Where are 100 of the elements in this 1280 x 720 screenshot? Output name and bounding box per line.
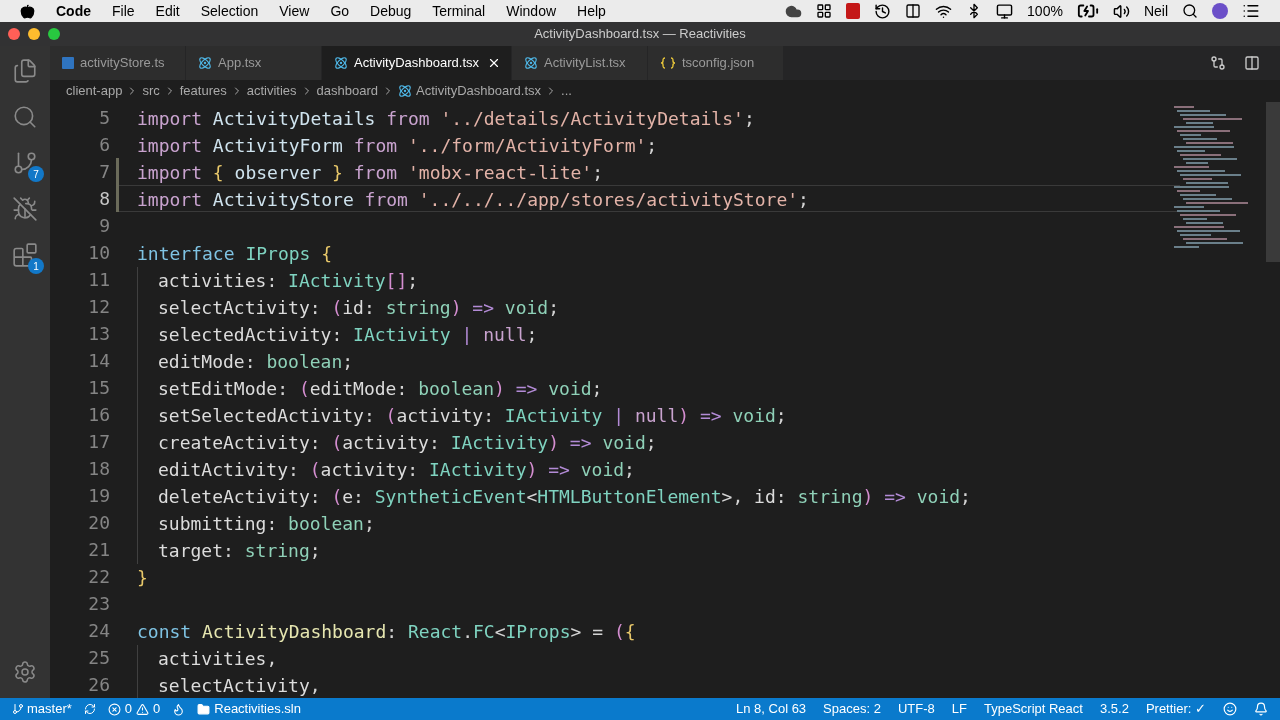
line-number: 10 [87,241,111,265]
split-editor-icon[interactable] [1244,55,1260,71]
files-icon[interactable] [12,58,38,84]
breadcrumb[interactable]: ActivityDashboard.tsx [416,81,541,101]
menu-item[interactable]: Selection [200,0,259,22]
line-number: 20 [87,511,111,535]
line-number: 22 [87,565,111,589]
apple-icon[interactable] [20,3,35,19]
line-number: 25 [87,646,111,670]
code-line: deleteActivity: (e: SyntheticEvent<HTMLButtonElement>, id: string) => void; [137,483,971,510]
close-window-button[interactable] [8,28,20,40]
window-title: ActivityDashboard.tsx — Reactivities [534,25,746,44]
compare-icon[interactable] [1210,55,1226,71]
settings-icon[interactable] [13,660,37,684]
code-line: editMode: boolean; [137,348,354,375]
minimize-window-button[interactable] [28,28,40,40]
line-number: 26 [87,673,111,697]
line-number: 19 [87,484,111,508]
warning-icon[interactable] [136,702,150,716]
line-number: 21 [87,538,111,562]
editor-tab[interactable]: tsconfig.json [648,46,784,80]
user-name[interactable]: Neil [1143,0,1168,22]
breadcrumb[interactable]: dashboard [316,81,378,101]
breadcrumb[interactable]: client-app [66,81,123,101]
line-number: 9 [98,214,111,238]
grid-icon[interactable] [816,3,833,19]
typescript-file-icon [62,57,74,69]
volume-icon[interactable] [1112,2,1130,20]
line-number: 23 [87,592,111,616]
line-number: 8 [50,185,119,212]
atom-icon [398,84,412,98]
braces-icon [660,57,676,69]
breadcrumb[interactable]: activities [246,81,297,101]
atom-icon [524,56,538,70]
line-number: 17 [87,430,111,454]
atom-icon [198,56,212,70]
menu-item[interactable]: Edit [155,0,180,22]
branch-name[interactable]: master* [27,699,72,719]
code-line: createActivity: (activity: IActivity) => void; [137,429,657,456]
sync-icon[interactable] [83,703,96,715]
list-icon[interactable] [1242,2,1260,20]
code-line: const ActivityDashboard: React.FC<IProps> = ({ [137,620,636,644]
status-item[interactable]: UTF-8 [897,699,935,719]
editor-tab[interactable]: ActivityDashboard.tsx [322,46,512,80]
line-number: 18 [87,457,111,481]
flame-icon[interactable] [172,702,186,716]
status-item[interactable]: LF [951,699,967,719]
search-icon[interactable] [1182,3,1198,19]
status-item[interactable]: Prettier: ✓ [1145,699,1206,719]
code-line: selectActivity: (id: string) => void; [137,294,560,321]
line-number: 14 [87,349,111,373]
extensions-icon[interactable] [12,242,38,268]
code-line: editActivity: (activity: IActivity) => void; [137,456,635,483]
breadcrumb[interactable]: features [179,81,227,101]
editor-tab[interactable]: App.tsx [186,46,322,80]
panels-icon[interactable] [905,3,922,19]
error-count[interactable]: 0 [124,699,133,719]
code-line: import ActivityForm from '../form/ActivityForm'; [137,134,658,158]
branch-icon[interactable] [12,703,24,715]
line-number: 15 [87,376,111,400]
bug-icon[interactable] [12,196,38,222]
line-number: 5 [98,106,111,130]
menu-item[interactable]: Go [330,0,350,22]
status-item[interactable]: 3.5.2 [1099,699,1129,719]
smiley-icon[interactable] [1223,702,1237,716]
folder-icon[interactable] [197,702,211,716]
zoom-window-button[interactable] [48,28,60,40]
editor-tab[interactable]: activityStore.ts [50,46,186,80]
code-line: import { observer } from 'mobx-react-lite'; [137,161,604,185]
line-number: 24 [87,619,111,643]
count-badge: 7 [28,166,44,182]
status-item[interactable]: Spaces: 2 [823,699,881,719]
breadcrumb[interactable]: ... [561,81,572,101]
code-line: activities: IActivity[]; [137,267,419,294]
error-icon[interactable] [107,702,121,716]
menu-item[interactable]: Help [577,0,606,22]
status-item[interactable]: Ln 8, Col 63 [736,699,807,719]
menu-item[interactable]: File [112,0,135,22]
scrollbar[interactable] [1266,102,1280,262]
menu-item[interactable]: View [279,0,310,22]
code-line: target: string; [137,537,321,564]
editor-tab[interactable]: ActivityList.tsx [512,46,648,80]
menu-item[interactable]: Debug [370,0,412,22]
menu-item[interactable]: Terminal [432,0,486,22]
code-line: } [137,566,148,590]
code-line: setSelectedActivity: (activity: IActivity | null) => void; [137,402,787,429]
battery-percent: 100% [1027,1,1063,21]
code-line: submitting: boolean; [137,510,375,537]
close-icon[interactable] [487,56,501,70]
branch-icon[interactable] [12,150,38,176]
history-icon[interactable] [874,2,892,20]
display-icon[interactable] [996,2,1014,20]
app-menu[interactable]: Code [56,0,91,22]
solution-name[interactable]: Reactivities.sln [214,699,301,719]
menu-item[interactable]: Window [506,0,557,22]
breadcrumb[interactable]: src [142,81,160,101]
warning-count[interactable]: 0 [153,699,161,719]
status-item[interactable]: TypeScript React [983,699,1083,719]
code-line: activities, [137,645,278,672]
bell-icon[interactable] [1254,702,1268,716]
